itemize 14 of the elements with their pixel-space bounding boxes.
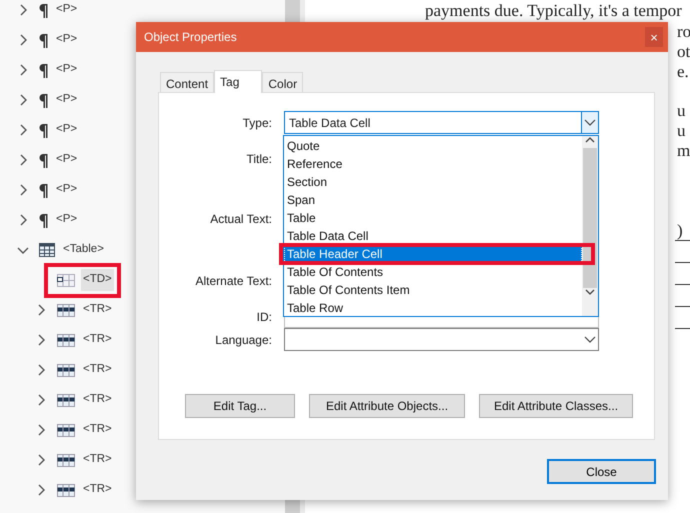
field-label: Title: (245, 150, 272, 168)
document-text: e. (677, 62, 690, 82)
document-text: payments due. Typically, it's a tempor (425, 0, 682, 22)
document-text: u (677, 101, 686, 121)
document-text: ot (677, 42, 690, 62)
field-label: Actual Text: (209, 210, 272, 228)
field-label: ID: (256, 308, 272, 326)
field-label: Alternate Text: (194, 272, 272, 290)
window-title: Object Properties (144, 29, 237, 46)
document-text: ) (677, 221, 684, 241)
field-label: Type: (242, 114, 272, 132)
document-text: u (677, 121, 686, 141)
field-label: Language: (214, 332, 272, 348)
document-text: m (677, 141, 690, 161)
